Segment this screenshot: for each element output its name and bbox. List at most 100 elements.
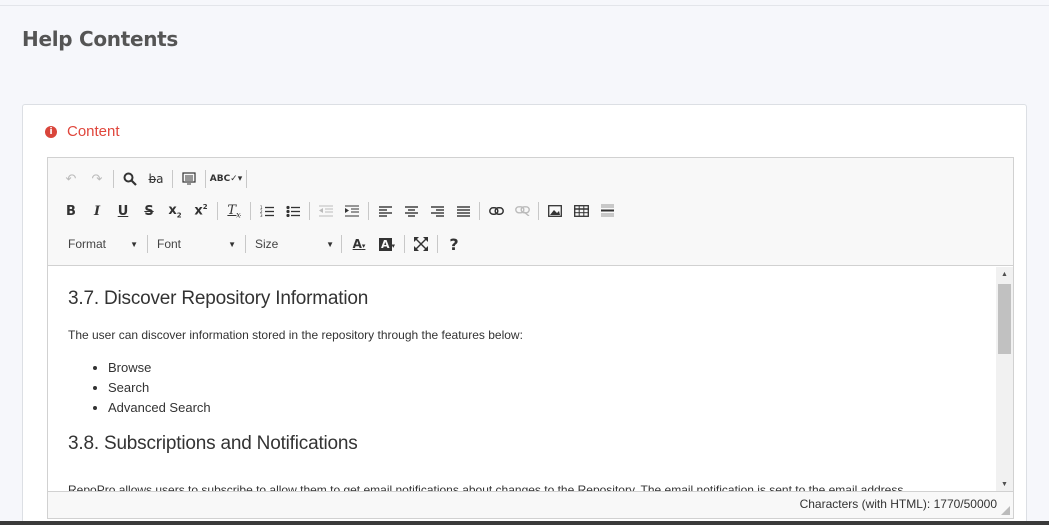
font-dropdown[interactable]: Font ▼ bbox=[152, 233, 236, 255]
spellcheck-icon: ABC✓▾ bbox=[209, 174, 243, 184]
vertical-scrollbar[interactable]: ▲ ▼ bbox=[996, 267, 1013, 491]
link-icon bbox=[488, 207, 504, 215]
toolbar-separator bbox=[404, 235, 405, 253]
bold-button[interactable]: B bbox=[58, 200, 84, 222]
toolbar-separator bbox=[113, 170, 114, 188]
align-center-icon bbox=[404, 205, 418, 217]
indent-button[interactable] bbox=[339, 200, 365, 222]
character-count: Characters (with HTML): 1770/50000 bbox=[799, 497, 997, 511]
horizontal-rule-button[interactable] bbox=[594, 200, 620, 222]
justify-icon bbox=[456, 205, 470, 217]
toolbar-separator bbox=[437, 235, 438, 253]
size-label: Size bbox=[255, 237, 279, 251]
align-right-icon bbox=[430, 205, 444, 217]
help-button[interactable]: ? bbox=[441, 233, 467, 255]
section-header: i Content bbox=[45, 123, 120, 140]
justify-button[interactable] bbox=[450, 200, 476, 222]
undo-button[interactable]: ↶ bbox=[58, 168, 84, 190]
spellcheck-button[interactable]: ABC✓▾ bbox=[209, 168, 243, 190]
subscript-icon: x2 bbox=[168, 202, 182, 220]
toolbar-separator bbox=[250, 202, 251, 220]
list-item: Advanced Search bbox=[108, 398, 976, 418]
align-left-icon bbox=[378, 205, 392, 217]
unlink-button[interactable] bbox=[509, 200, 535, 222]
info-icon: i bbox=[45, 125, 57, 138]
italic-button[interactable]: I bbox=[84, 200, 110, 222]
editor-content-area[interactable]: 3.7. Discover Repository Information The… bbox=[48, 267, 996, 491]
list-item: Browse bbox=[108, 358, 976, 378]
link-button[interactable] bbox=[483, 200, 509, 222]
rich-text-editor: ↶ ↷ b̶a ABC✓▾ B I U S x2 x2 Tx 1 2 3 For… bbox=[47, 157, 1014, 519]
subscript-button[interactable]: x2 bbox=[162, 200, 188, 222]
help-icon: ? bbox=[449, 234, 459, 254]
bulleted-list-button[interactable] bbox=[280, 200, 306, 222]
underline-button[interactable]: U bbox=[110, 200, 136, 222]
bottom-border bbox=[0, 521, 1049, 525]
numbered-list-button[interactable]: 123 bbox=[254, 200, 280, 222]
toolbar-row-1: ↶ ↷ b̶a ABC✓▾ bbox=[58, 167, 250, 191]
strikethrough-button[interactable]: S bbox=[136, 200, 162, 222]
insert-table-button[interactable] bbox=[568, 200, 594, 222]
size-dropdown[interactable]: Size ▼ bbox=[250, 233, 334, 255]
format-label: Format bbox=[68, 237, 107, 251]
select-all-icon bbox=[182, 172, 196, 185]
outdent-icon bbox=[319, 205, 333, 217]
find-button[interactable] bbox=[117, 168, 143, 190]
align-center-button[interactable] bbox=[398, 200, 424, 222]
format-dropdown[interactable]: Format ▼ bbox=[58, 233, 138, 255]
replace-button[interactable]: b̶a bbox=[143, 168, 169, 190]
numbered-list-icon: 123 bbox=[260, 205, 274, 217]
redo-button[interactable]: ↷ bbox=[84, 168, 110, 190]
text-color-icon: A▾ bbox=[352, 237, 366, 251]
content-paragraph: RepoPro allows users to subscribe to all… bbox=[68, 483, 904, 491]
indent-icon bbox=[345, 205, 359, 217]
replace-icon: b̶a bbox=[148, 172, 164, 186]
background-color-icon: A ▾ bbox=[378, 237, 396, 251]
editor-statusbar: Characters (with HTML): 1770/50000 bbox=[48, 491, 1013, 518]
toolbar-separator bbox=[172, 170, 173, 188]
scroll-down-arrow-icon[interactable]: ▼ bbox=[996, 477, 1013, 491]
toolbar-separator bbox=[309, 202, 310, 220]
toolbar-separator bbox=[245, 235, 246, 253]
feature-list: Browse Search Advanced Search bbox=[108, 358, 976, 418]
editor-toolbar: ↶ ↷ b̶a ABC✓▾ B I U S x2 x2 Tx 1 2 3 For… bbox=[48, 158, 1013, 266]
remove-format-icon: Tx bbox=[227, 202, 241, 220]
chevron-down-icon: ▼ bbox=[130, 239, 138, 249]
text-color-button[interactable]: A▾ bbox=[345, 233, 373, 255]
bold-icon: B bbox=[66, 203, 76, 219]
remove-format-button[interactable]: Tx bbox=[221, 200, 247, 222]
outdent-button[interactable] bbox=[313, 200, 339, 222]
content-heading: 3.8. Subscriptions and Notifications bbox=[68, 433, 358, 454]
content-heading: 3.7. Discover Repository Information bbox=[68, 288, 369, 309]
search-icon bbox=[123, 172, 137, 186]
bulleted-list-icon bbox=[286, 205, 300, 217]
strikethrough-icon: S bbox=[144, 203, 154, 219]
toolbar-row-3: Format ▼ Font ▼ Size ▼ A▾ A ▾ ? bbox=[58, 232, 467, 256]
toolbar-separator bbox=[147, 235, 148, 253]
chevron-down-icon: ▼ bbox=[228, 239, 236, 249]
italic-icon: I bbox=[93, 203, 101, 219]
scroll-thumb[interactable] bbox=[998, 284, 1011, 354]
toolbar-separator bbox=[479, 202, 480, 220]
insert-image-button[interactable] bbox=[542, 200, 568, 222]
superscript-button[interactable]: x2 bbox=[188, 200, 214, 222]
font-label: Font bbox=[157, 237, 182, 251]
background-color-button[interactable]: A ▾ bbox=[373, 233, 401, 255]
section-label: Content bbox=[67, 123, 120, 140]
toolbar-separator bbox=[368, 202, 369, 220]
maximize-button[interactable] bbox=[408, 233, 434, 255]
scroll-up-arrow-icon[interactable]: ▲ bbox=[996, 267, 1013, 281]
toolbar-separator bbox=[205, 170, 206, 188]
underline-icon: U bbox=[117, 203, 129, 219]
maximize-icon bbox=[414, 237, 428, 251]
align-left-button[interactable] bbox=[372, 200, 398, 222]
toolbar-row-2: B I U S x2 x2 Tx 123 bbox=[58, 199, 620, 223]
svg-text:3: 3 bbox=[260, 213, 263, 217]
select-all-button[interactable] bbox=[176, 168, 202, 190]
resize-handle-icon[interactable] bbox=[1001, 506, 1010, 515]
chevron-down-icon: ▼ bbox=[326, 239, 334, 249]
list-item: Search bbox=[108, 378, 976, 398]
align-right-button[interactable] bbox=[424, 200, 450, 222]
content-paragraph: The user can discover information stored… bbox=[68, 328, 523, 342]
image-icon bbox=[548, 205, 562, 217]
